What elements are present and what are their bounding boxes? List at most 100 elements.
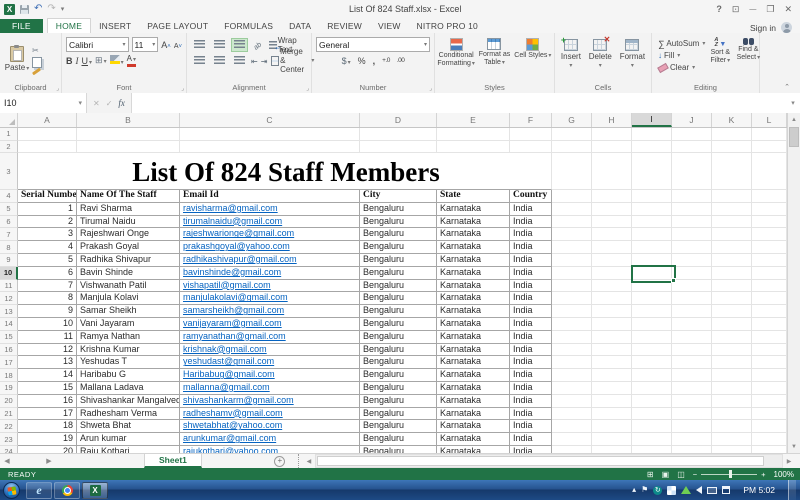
squares-tray-icon[interactable] <box>667 486 676 495</box>
row-header-8[interactable]: 8 <box>0 241 18 254</box>
cell[interactable]: 18 <box>18 420 77 433</box>
row-header-14[interactable]: 14 <box>0 318 18 331</box>
cell[interactable]: Bengaluru <box>360 369 437 382</box>
action-center-flag-icon[interactable] <box>641 486 648 494</box>
cell[interactable] <box>632 203 672 216</box>
cell[interactable] <box>712 356 752 369</box>
cell[interactable] <box>592 382 632 395</box>
number-format-combo[interactable]: General <box>316 37 430 52</box>
format-as-table-button[interactable]: Format as Table <box>475 36 513 81</box>
cell[interactable]: India <box>510 331 552 344</box>
accounting-format-icon[interactable] <box>342 56 351 66</box>
select-all-corner[interactable] <box>0 113 18 127</box>
cell[interactable] <box>77 141 180 154</box>
cell[interactable] <box>632 190 672 203</box>
cell[interactable]: manjulakolavi@gmail.com <box>180 292 360 305</box>
cell[interactable]: India <box>510 280 552 293</box>
cell[interactable] <box>592 344 632 357</box>
cell[interactable] <box>18 141 77 154</box>
sheet-title-cell[interactable]: List Of 824 Staff Members <box>18 153 552 190</box>
cell[interactable] <box>592 420 632 433</box>
cell[interactable] <box>552 190 592 203</box>
orientation-icon[interactable] <box>251 38 265 52</box>
cell[interactable]: Bengaluru <box>360 305 437 318</box>
autosum-button[interactable]: AutoSum <box>658 38 705 49</box>
cell[interactable] <box>712 420 752 433</box>
cell[interactable] <box>552 228 592 241</box>
font-name-combo[interactable]: Calibri <box>66 37 129 52</box>
cell[interactable]: Arun kumar <box>77 433 180 446</box>
paste-button[interactable]: Paste <box>2 36 32 81</box>
cell[interactable] <box>632 420 672 433</box>
cell[interactable] <box>552 254 592 267</box>
cell[interactable] <box>552 305 592 318</box>
cell[interactable] <box>712 369 752 382</box>
cell[interactable]: Bavin Shinde <box>77 267 180 280</box>
cell[interactable]: Tirumal Naidu <box>77 216 180 229</box>
cell[interactable] <box>672 128 712 141</box>
cell[interactable] <box>592 141 632 154</box>
cell[interactable] <box>712 318 752 331</box>
cell[interactable] <box>552 203 592 216</box>
cell[interactable] <box>752 344 787 357</box>
cell[interactable]: India <box>510 408 552 421</box>
cell[interactable] <box>752 267 787 280</box>
cell[interactable] <box>180 128 360 141</box>
row-header-12[interactable]: 12 <box>0 292 18 305</box>
cell[interactable]: Samar Sheikh <box>77 305 180 318</box>
row-header-24[interactable]: 24 <box>0 446 18 453</box>
cell[interactable]: Karnataka <box>437 420 510 433</box>
cell[interactable] <box>632 228 672 241</box>
cell[interactable] <box>752 190 787 203</box>
row-header-1[interactable]: 1 <box>0 128 18 141</box>
cell[interactable] <box>672 344 712 357</box>
cell[interactable]: samarsheikh@gmail.com <box>180 305 360 318</box>
cell[interactable]: 7 <box>18 280 77 293</box>
cell[interactable]: Yeshudas T <box>77 356 180 369</box>
cell[interactable] <box>592 408 632 421</box>
row-header-13[interactable]: 13 <box>0 305 18 318</box>
cell[interactable]: Karnataka <box>437 254 510 267</box>
format-painter-icon[interactable] <box>32 67 41 75</box>
cell[interactable] <box>632 331 672 344</box>
align-middle-icon[interactable] <box>211 38 228 52</box>
cell[interactable]: 17 <box>18 408 77 421</box>
cell[interactable] <box>437 141 510 154</box>
align-right-icon[interactable] <box>231 54 248 68</box>
row-header-7[interactable]: 7 <box>0 228 18 241</box>
cell[interactable] <box>592 356 632 369</box>
cell[interactable] <box>552 153 592 190</box>
cell[interactable] <box>752 395 787 408</box>
cell[interactable]: India <box>510 267 552 280</box>
decrease-decimal-icon[interactable]: .00 <box>397 57 405 64</box>
cell[interactable]: 5 <box>18 254 77 267</box>
vertical-scrollbar[interactable] <box>787 113 800 453</box>
undo-icon[interactable] <box>34 4 42 14</box>
cell[interactable] <box>592 305 632 318</box>
row-header-15[interactable]: 15 <box>0 331 18 344</box>
cell[interactable] <box>752 408 787 421</box>
cell[interactable]: Radhesham Verma <box>77 408 180 421</box>
cell[interactable]: 15 <box>18 382 77 395</box>
cell[interactable] <box>752 331 787 344</box>
increase-decimal-icon[interactable]: +.0 <box>382 57 390 64</box>
cell[interactable] <box>672 382 712 395</box>
cell[interactable] <box>360 141 437 154</box>
cell[interactable] <box>552 382 592 395</box>
cell[interactable]: Raju Kothari <box>77 446 180 453</box>
cell[interactable] <box>752 356 787 369</box>
cell[interactable] <box>752 228 787 241</box>
cell[interactable]: ramyanathan@gmail.com <box>180 331 360 344</box>
tab-page-layout[interactable]: PAGE LAYOUT <box>139 19 216 33</box>
cell[interactable]: Bengaluru <box>360 267 437 280</box>
cell[interactable] <box>632 241 672 254</box>
cell[interactable] <box>552 216 592 229</box>
cell[interactable]: 1 <box>18 203 77 216</box>
enter-formula-icon[interactable] <box>106 98 113 108</box>
cell[interactable]: Bengaluru <box>360 241 437 254</box>
cell[interactable] <box>592 254 632 267</box>
collapse-ribbon-icon[interactable] <box>784 83 790 91</box>
cell[interactable]: Vishwanath Patil <box>77 280 180 293</box>
cell[interactable]: Shivashankar Mangalvede <box>77 395 180 408</box>
cell[interactable] <box>592 433 632 446</box>
